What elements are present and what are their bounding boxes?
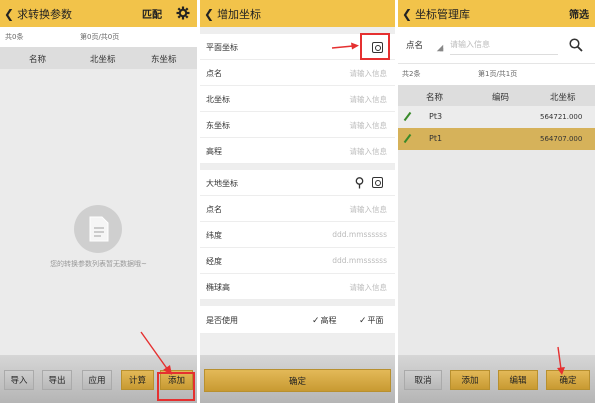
field-label: 点名 — [206, 205, 222, 214]
row-name: Pt1 — [429, 134, 443, 143]
page-title: 增加坐标 — [217, 7, 262, 21]
table-row-selected[interactable]: Pt1 564707.000 — [398, 128, 595, 150]
dropdown-triangle-icon[interactable] — [436, 44, 444, 52]
back-icon[interactable]: ❮ — [402, 7, 412, 21]
field-north[interactable]: 北坐标 请输入信息 — [200, 86, 395, 112]
pointer-arrow-icon — [331, 42, 359, 50]
pointer-arrow-icon — [557, 346, 565, 375]
field-input[interactable]: 请输入信息 — [350, 68, 388, 79]
row-north: 564707.000 — [540, 135, 583, 143]
field-ellipsoid-height[interactable]: 椭球高 请输入信息 — [200, 274, 395, 300]
field-input[interactable]: 请输入信息 — [350, 120, 388, 131]
pager: 共2条 第1页/共1页 — [398, 66, 595, 82]
apply-button[interactable]: 应用 — [82, 370, 112, 390]
search-input[interactable] — [450, 35, 558, 55]
elevation-checkbox[interactable]: ✓高程 — [312, 315, 337, 326]
column-header-north: 北坐标 — [90, 55, 116, 65]
column-header-name: 名称 — [29, 55, 47, 65]
header: ❮ 增加坐标 — [200, 0, 395, 27]
highlight-box — [157, 372, 195, 401]
add-button[interactable]: 添加 — [450, 370, 490, 390]
table-row[interactable]: Pt3 564721.000 — [398, 106, 595, 128]
field-label: 纬度 — [206, 231, 222, 240]
cancel-button[interactable]: 取消 — [404, 370, 442, 390]
camera-icon[interactable] — [372, 177, 383, 188]
screenshot-divider — [197, 0, 200, 403]
plane-checkbox[interactable]: ✓平面 — [359, 315, 384, 326]
field-label: 东坐标 — [206, 121, 230, 130]
edit-button[interactable]: 编辑 — [498, 370, 538, 390]
column-header-code: 编码 — [492, 93, 510, 103]
transform-params-screen: ❮ 求转换参数 匹配 共0条 第0页/共0页 名称 北坐标 东坐标 您的转换参数… — [0, 0, 197, 403]
match-button[interactable]: 匹配 — [142, 6, 162, 21]
search-icon[interactable] — [569, 38, 583, 52]
header: ❮ 求转换参数 匹配 — [0, 0, 197, 27]
back-icon[interactable]: ❮ — [4, 7, 14, 21]
column-header-north: 北坐标 — [550, 93, 576, 103]
column-header-name: 名称 — [426, 93, 444, 103]
field-input[interactable]: ddd.mmssssss — [332, 230, 387, 239]
record-count: 共2条 — [402, 70, 421, 78]
pointer-arrow-icon — [140, 331, 172, 375]
geo-section-header: 大地坐标 — [200, 170, 395, 196]
table-header: 名称 北坐标 东坐标 — [0, 47, 197, 69]
section-title: 大地坐标 — [206, 179, 238, 188]
page-indicator: 第1页/共1页 — [478, 70, 518, 78]
field-input[interactable]: 请输入信息 — [350, 204, 388, 215]
highlight-box — [360, 33, 390, 60]
export-button[interactable]: 导出 — [42, 370, 72, 390]
field-label: 椭球高 — [206, 283, 230, 292]
field-input[interactable]: 请输入信息 — [350, 282, 388, 293]
empty-document-icon — [74, 205, 122, 253]
bottom-toolbar: 确定 — [200, 355, 395, 403]
field-input[interactable]: ddd.mmssssss — [332, 256, 387, 265]
field-input[interactable]: 请输入信息 — [350, 146, 388, 157]
page-indicator: 第0页/共0页 — [80, 33, 120, 41]
screenshot-divider — [395, 0, 398, 403]
pencil-icon[interactable] — [403, 133, 412, 144]
use-options-row: 是否使用 ✓高程 ✓平面 — [200, 306, 395, 334]
header: ❮ 坐标管理库 筛选 — [398, 0, 595, 27]
page-title: 坐标管理库 — [415, 7, 471, 21]
coordinate-library-screen: ❮ 坐标管理库 筛选 点名 共2条 第1页/共1页 名称 编码 北坐标 Pt3 … — [398, 0, 595, 403]
back-icon[interactable]: ❮ — [204, 7, 214, 21]
pager: 共0条 第0页/共0页 — [0, 29, 197, 45]
import-button[interactable]: 导入 — [4, 370, 34, 390]
table-header: 名称 编码 北坐标 — [398, 85, 595, 106]
empty-message: 您的转换参数列表暂无数据哦~ — [50, 260, 147, 268]
field-input[interactable]: 请输入信息 — [350, 94, 388, 105]
column-header-east: 东坐标 — [151, 55, 177, 65]
location-pin-icon[interactable] — [355, 177, 364, 189]
checkbox-label: 高程 — [320, 316, 337, 325]
checkmark-icon: ✓ — [359, 316, 367, 326]
field-label: 点名 — [206, 69, 222, 78]
field-elevation[interactable]: 高程 请输入信息 — [200, 138, 395, 164]
use-label: 是否使用 — [206, 316, 238, 325]
field-latitude[interactable]: 纬度 ddd.mmssssss — [200, 222, 395, 248]
empty-list-area: 您的转换参数列表暂无数据哦~ — [0, 69, 197, 355]
row-north: 564721.000 — [540, 113, 583, 121]
page-title: 求转换参数 — [17, 7, 73, 21]
confirm-button[interactable]: 确定 — [204, 369, 391, 392]
search-bar: 点名 — [398, 27, 595, 64]
field-label: 高程 — [206, 147, 222, 156]
checkmark-icon: ✓ — [312, 316, 320, 326]
field-longitude[interactable]: 经度 ddd.mmssssss — [200, 248, 395, 274]
confirm-button[interactable]: 确定 — [546, 370, 590, 390]
filter-button[interactable]: 筛选 — [569, 6, 589, 21]
gear-icon[interactable] — [176, 6, 190, 20]
row-name: Pt3 — [429, 112, 443, 121]
checkbox-label: 平面 — [367, 316, 384, 325]
field-label: 经度 — [206, 257, 222, 266]
field-geo-point-name[interactable]: 点名 请输入信息 — [200, 196, 395, 222]
field-label: 北坐标 — [206, 95, 230, 104]
field-east[interactable]: 东坐标 请输入信息 — [200, 112, 395, 138]
section-title: 平面坐标 — [206, 43, 238, 52]
field-select[interactable]: 点名 — [406, 39, 423, 51]
field-point-name[interactable]: 点名 请输入信息 — [200, 60, 395, 86]
pencil-icon[interactable] — [403, 111, 412, 122]
add-coordinate-screen: ❮ 增加坐标 平面坐标 点名 请输入信息 北坐标 请输入信息 东坐标 请输入信息… — [200, 0, 395, 403]
record-count: 共0条 — [5, 33, 24, 41]
